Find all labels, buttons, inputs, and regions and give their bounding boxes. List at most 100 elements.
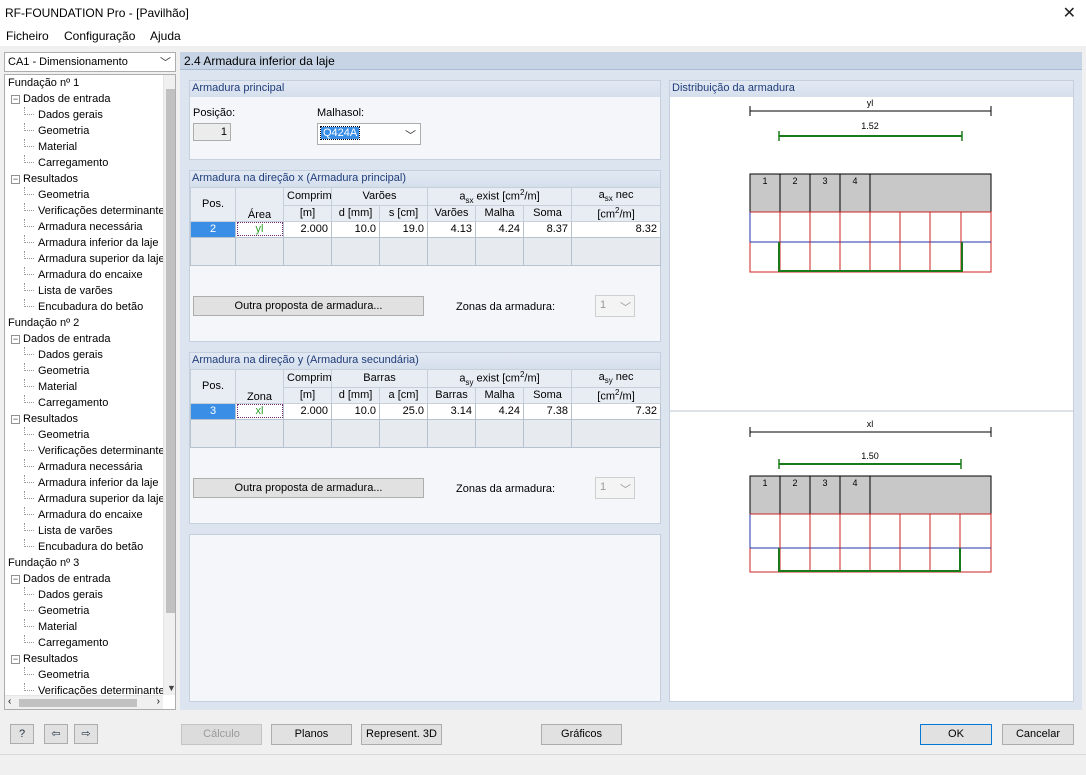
tree-item[interactable]: Encubadura do betão	[24, 299, 143, 315]
zones-select[interactable]: 1 ﹀	[595, 477, 635, 499]
tree-item[interactable]: Geometria	[24, 123, 89, 139]
tree-item[interactable]: Carregamento	[24, 395, 108, 411]
tree-item[interactable]: Armadura necessária	[24, 459, 143, 475]
tree-item-label: Fundação nº 1	[8, 77, 80, 89]
menu-help[interactable]: Ajuda	[150, 29, 181, 43]
zones-select[interactable]: 1 ﹀	[595, 295, 635, 317]
tree-item-label: Armadura necessária	[38, 461, 143, 473]
tree-item[interactable]: − Dados de entrada	[11, 571, 110, 587]
scroll-down-icon[interactable]: ▼	[167, 683, 175, 693]
scroll-left-icon[interactable]: ‹	[8, 696, 11, 707]
other-proposal-button[interactable]: Outra proposta de armadura...	[193, 296, 424, 316]
tree-item[interactable]: Carregamento	[24, 635, 108, 651]
tree-item[interactable]: − Dados de entrada	[11, 91, 110, 107]
tree-item[interactable]: Geometria	[24, 427, 89, 443]
tree-item[interactable]: Verificações determinantes	[24, 203, 170, 219]
3d-render-button[interactable]: Represent. 3D	[361, 724, 442, 745]
close-icon[interactable]: ✕	[1063, 3, 1076, 23]
tree-item[interactable]: Fundação nº 1	[8, 75, 79, 91]
cell-exist-mesh[interactable]: 4.24	[475, 402, 524, 420]
import-icon[interactable]: ⇦	[44, 724, 68, 744]
menu-file[interactable]: Ficheiro	[6, 29, 49, 43]
scroll-thumb[interactable]	[19, 699, 137, 707]
table-row[interactable]: 2 yl 2.000 10.0 19.0 4.13 4.24 8.37 8.32	[190, 220, 662, 238]
ok-button[interactable]: OK	[920, 724, 992, 745]
plans-button[interactable]: Planos	[271, 724, 352, 745]
tree-item[interactable]: − Resultados	[11, 651, 78, 667]
collapse-icon[interactable]: −	[11, 575, 20, 584]
tree-item[interactable]: Carregamento	[24, 155, 108, 171]
tree-item[interactable]: Dados gerais	[24, 107, 103, 123]
tree-item[interactable]: Geometria	[24, 363, 89, 379]
tree-item[interactable]: Armadura inferior da laje	[24, 235, 159, 251]
tree-item[interactable]: Dados gerais	[24, 347, 103, 363]
tree-item[interactable]: Encubadura do betão	[24, 539, 143, 555]
tree-item[interactable]: − Dados de entrada	[11, 331, 110, 347]
tree-item[interactable]: Armadura superior da laje	[24, 491, 165, 507]
export-icon[interactable]: ⇨	[74, 724, 98, 744]
cell-area[interactable]: yl	[235, 220, 284, 238]
cell-d[interactable]: 10.0	[331, 220, 380, 238]
tree-item[interactable]: − Resultados	[11, 171, 78, 187]
cell-nec[interactable]: 7.32	[571, 402, 662, 420]
other-proposal-button[interactable]: Outra proposta de armadura...	[193, 478, 424, 498]
menu-settings[interactable]: Configuração	[64, 29, 135, 43]
tree-item[interactable]: Armadura superior da laje	[24, 251, 165, 267]
tree-vertical-scrollbar[interactable]: ▼	[163, 75, 175, 695]
calculation-button[interactable]: Cálculo	[181, 724, 262, 745]
help-icon[interactable]: ?	[10, 724, 34, 744]
tree-item-label: Dados gerais	[38, 109, 103, 121]
collapse-icon[interactable]: −	[11, 415, 20, 424]
tree-item[interactable]: Material	[24, 619, 77, 635]
cell-exist-bars[interactable]: 3.14	[427, 402, 476, 420]
collapse-icon[interactable]: −	[11, 335, 20, 344]
tree-item[interactable]: Material	[24, 379, 77, 395]
collapse-icon[interactable]: −	[11, 95, 20, 104]
tree-item[interactable]: Armadura necessária	[24, 219, 143, 235]
tree-horizontal-scrollbar[interactable]: ‹ ›	[5, 695, 163, 709]
tree-item[interactable]: Armadura inferior da laje	[24, 475, 158, 491]
cell-length[interactable]: 2.000	[283, 402, 332, 420]
cell-exist-sum[interactable]: 8.37	[523, 220, 573, 238]
cell-pos[interactable]: 2	[190, 220, 236, 238]
cell-d[interactable]: 10.0	[331, 402, 380, 420]
cell-s[interactable]: 19.0	[378, 220, 429, 238]
scroll-right-icon[interactable]: ›	[157, 696, 160, 707]
table-row[interactable]: 3 xl 2.000 10.0 25.0 3.14 4.24 7.38 7.32	[190, 402, 662, 420]
cell-exist-bars[interactable]: 4.13	[427, 220, 477, 238]
dimension-label: 1.52	[861, 121, 879, 131]
tree-item[interactable]: − Resultados	[11, 411, 78, 427]
tree-connector	[24, 667, 34, 675]
tree-item[interactable]: Dados gerais	[24, 587, 103, 603]
graphics-button[interactable]: Gráficos	[541, 724, 622, 745]
zones-value: 1	[600, 481, 607, 493]
tree-item[interactable]: Geometria	[24, 667, 89, 683]
cell-exist-mesh[interactable]: 4.24	[475, 220, 525, 238]
tree-item[interactable]: Material	[24, 139, 77, 155]
tree-item[interactable]: Lista de varões	[24, 283, 113, 299]
tree-item[interactable]: Fundação nº 3	[8, 555, 79, 571]
tree-item[interactable]: Geometria	[24, 603, 89, 619]
collapse-icon[interactable]: −	[11, 655, 20, 664]
tree-item[interactable]: Lista de varões	[24, 523, 113, 539]
tree-item[interactable]: Fundação nº 2	[8, 315, 79, 331]
tree-connector	[24, 683, 34, 691]
tree-item[interactable]: Armadura do encaixe	[24, 507, 143, 523]
scroll-thumb[interactable]	[166, 89, 175, 613]
tree-item[interactable]: Verificações determinantes	[24, 443, 170, 459]
tree-item[interactable]: Geometria	[24, 187, 89, 203]
case-select[interactable]: CA1 - Dimensionamento ﹀	[4, 52, 176, 72]
cell-exist-sum[interactable]: 7.38	[522, 402, 573, 420]
cell-length[interactable]: 2.000	[283, 220, 332, 238]
tree-item-label: Armadura necessária	[38, 221, 143, 233]
cell-a[interactable]: 25.0	[379, 402, 428, 420]
col-header-d: d [mm]	[331, 204, 380, 222]
mesh-select[interactable]: Q424A ﹀	[317, 123, 421, 145]
cancel-button[interactable]: Cancelar	[1002, 724, 1074, 745]
cell-pos[interactable]: 3	[190, 402, 236, 420]
collapse-icon[interactable]: −	[11, 175, 20, 184]
tree-item[interactable]: Armadura do encaixe	[24, 267, 143, 283]
cell-zone[interactable]: xl	[235, 402, 284, 420]
x-rebar-table: Pos. Área Comprim. Varões asx exist [cm2…	[190, 187, 662, 266]
cell-nec[interactable]: 8.32	[571, 220, 662, 238]
